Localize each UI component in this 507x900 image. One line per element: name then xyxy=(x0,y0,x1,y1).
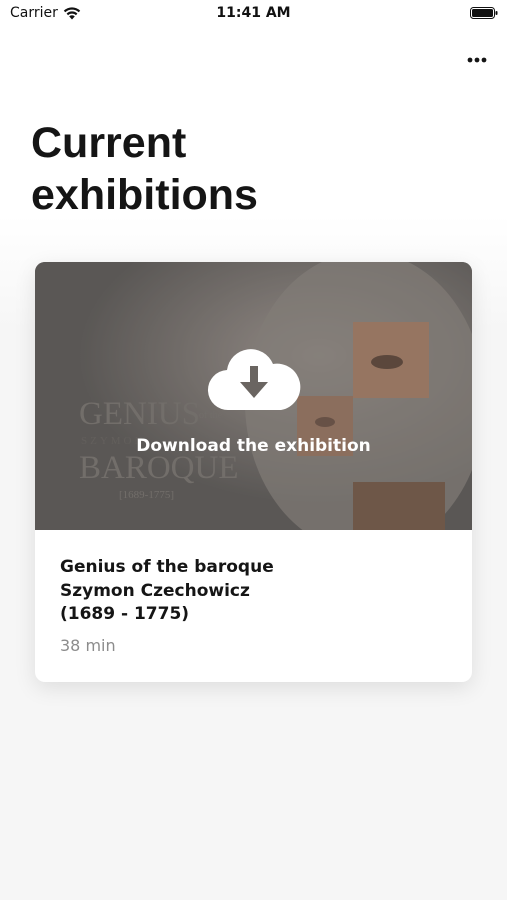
more-options-button[interactable] xyxy=(462,50,492,70)
exhibition-title-line: Szymon Czechowicz xyxy=(60,580,250,601)
download-exhibition-label[interactable]: Download the exhibition xyxy=(35,436,472,456)
clock: 11:41 AM xyxy=(216,5,291,21)
exhibition-duration: 38 min xyxy=(60,636,116,655)
status-bar: Carrier 11:41 AM xyxy=(0,0,507,28)
page-title-line: exhibitions xyxy=(31,171,258,219)
cloud-download-icon[interactable] xyxy=(207,348,301,414)
page-title: Current exhibitions xyxy=(31,117,471,221)
battery-icon xyxy=(470,7,498,19)
exhibition-title-line: (1689 - 1775) xyxy=(60,604,190,624)
exhibition-title: Genius of the baroque Szymon Czechowicz … xyxy=(60,556,450,627)
exhibition-title-line: Genius of the baroque xyxy=(60,557,274,577)
exhibition-cover[interactable]: GENIUS of the SZYMON BAROQUE [1689-1775]… xyxy=(35,262,472,530)
exhibition-card[interactable]: GENIUS of the SZYMON BAROQUE [1689-1775]… xyxy=(35,262,472,682)
page-title-line: Current xyxy=(31,119,187,167)
